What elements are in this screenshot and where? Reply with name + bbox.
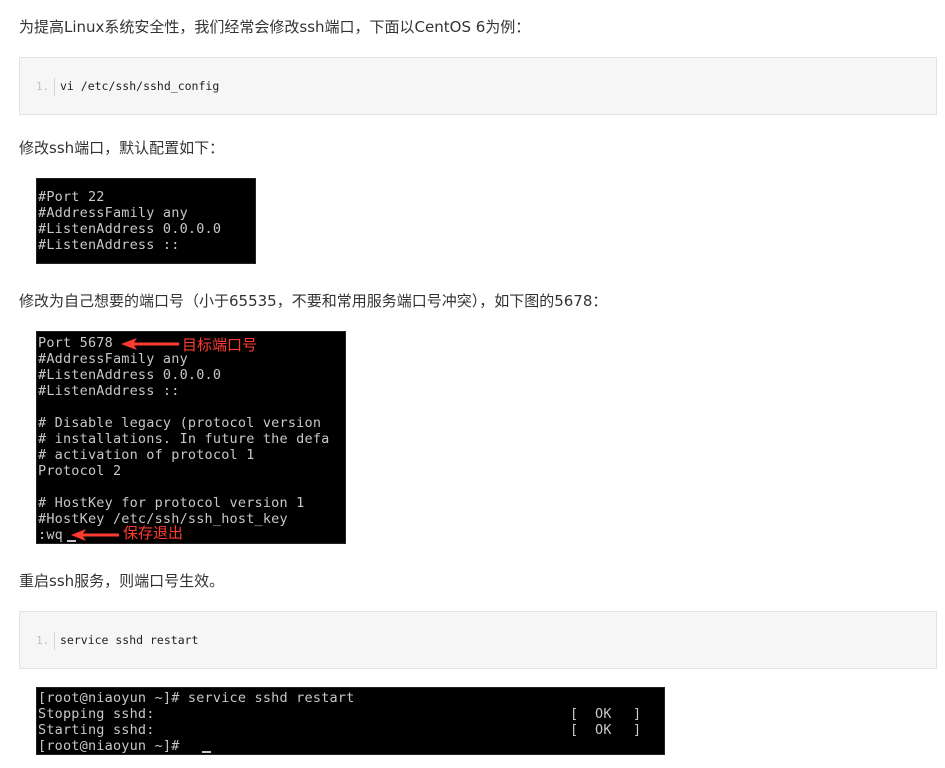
- save-exit-annotation: 保存退出: [123, 524, 184, 542]
- status-bracket-close: ]: [633, 706, 642, 722]
- gutter-divider: [54, 78, 55, 96]
- restart-paragraph: 重启ssh服务，则端口号生效。: [19, 572, 225, 590]
- status-ok: OK: [595, 706, 612, 722]
- terminal-restart-output: [root@niaoyun ~]# service sshd restart S…: [37, 688, 664, 754]
- terminal-default-config: #Port 22 #AddressFamily any #ListenAddre…: [37, 179, 255, 263]
- code-block-vi: 1. vi /etc/ssh/sshd_config: [19, 57, 937, 115]
- terminal-line: Stopping sshd:: [38, 706, 155, 722]
- terminal-line: #ListenAddress ::: [38, 237, 180, 253]
- target-port-annotation: 目标端口号: [182, 336, 258, 354]
- terminal-line: #ListenAddress 0.0.0.0: [38, 221, 222, 237]
- terminal-line: #ListenAddress ::: [38, 383, 180, 399]
- line-number: 1.: [36, 633, 50, 647]
- line-number: 1.: [36, 79, 50, 93]
- terminal-line: Starting sshd:: [38, 722, 155, 738]
- terminal-line: [root@niaoyun ~]#: [38, 738, 188, 754]
- terminal-line: [root@niaoyun ~]# service sshd restart: [38, 690, 355, 706]
- gutter-divider: [54, 632, 55, 650]
- modify-to-paragraph: 修改为自己想要的端口号（小于65535，不要和常用服务端口号冲突），如下图的56…: [19, 292, 608, 310]
- terminal-line: :wq: [38, 527, 63, 543]
- terminal-line: #AddressFamily any: [38, 205, 188, 221]
- code-line[interactable]: service sshd restart: [60, 612, 198, 668]
- status-bracket-close: ]: [633, 722, 642, 738]
- modify-default-paragraph: 修改ssh端口，默认配置如下：: [19, 139, 225, 157]
- terminal-cursor: [202, 751, 211, 753]
- terminal-line: # HostKey for protocol version 1: [38, 495, 305, 511]
- terminal-line: #AddressFamily any: [38, 351, 188, 367]
- status-bracket-open: [: [570, 722, 579, 738]
- terminal-modified-config: Port 5678 #AddressFamily any #ListenAddr…: [37, 332, 345, 543]
- arrow-left-icon: [71, 529, 119, 541]
- terminal-line: # installations. In future the defa: [38, 431, 330, 447]
- terminal-line: #ListenAddress 0.0.0.0: [38, 367, 222, 383]
- intro-paragraph: 为提高Linux系统安全性，我们经常会修改ssh端口，下面以CentOS 6为例…: [19, 18, 531, 36]
- status-bracket-open: [: [570, 706, 579, 722]
- terminal-line: Port 5678: [38, 335, 113, 351]
- terminal-line: Protocol 2: [38, 463, 122, 479]
- terminal-line: #Port 22: [38, 189, 105, 205]
- code-line[interactable]: vi /etc/ssh/sshd_config: [60, 58, 219, 114]
- status-ok: OK: [595, 722, 612, 738]
- code-block-restart: 1. service sshd restart: [19, 611, 937, 669]
- terminal-line: # activation of protocol 1: [38, 447, 255, 463]
- arrow-left-icon: [121, 338, 179, 350]
- terminal-line: # Disable legacy (protocol version: [38, 415, 322, 431]
